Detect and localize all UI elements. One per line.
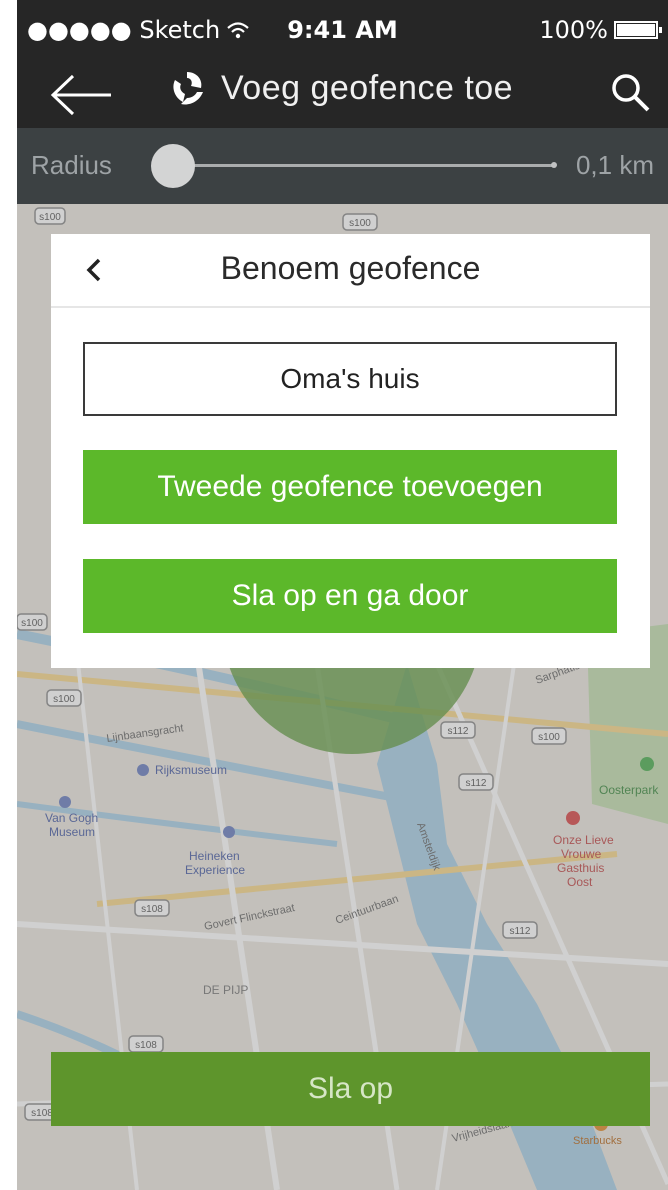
dialog-header: Benoem geofence — [51, 234, 650, 308]
nav-bar: Voeg geofence toe — [17, 60, 668, 128]
top-bar: ●●●●● Sketch 9:41 AM 100% Voeg geofence … — [17, 0, 668, 128]
app-logo-icon — [173, 72, 203, 105]
save-button[interactable]: Sla op — [51, 1052, 650, 1126]
arrow-left-icon[interactable] — [45, 70, 115, 120]
radius-label: Radius — [31, 150, 112, 180]
battery-icon — [614, 21, 662, 39]
name-geofence-dialog: Benoem geofence Oma's huis Tweede geofen… — [51, 234, 650, 668]
radius-slider-track[interactable] — [155, 164, 555, 167]
radius-slider-end — [551, 162, 557, 168]
nav-title-group: Voeg geofence toe — [167, 68, 513, 108]
radius-value: 0,1 km — [575, 150, 654, 180]
dialog-title: Benoem geofence — [220, 250, 481, 286]
add-second-geofence-button[interactable]: Tweede geofence toevoegen — [83, 450, 617, 524]
radius-bar: Radius 0,1 km — [17, 128, 668, 204]
radius-slider-thumb[interactable] — [151, 144, 195, 188]
save-and-continue-button[interactable]: Sla op en ga door — [83, 559, 617, 633]
page-title: Voeg geofence toe — [221, 68, 514, 107]
status-bar: ●●●●● Sketch 9:41 AM 100% — [17, 0, 668, 60]
geofence-name-field[interactable]: Oma's huis — [83, 342, 617, 416]
phone-screen: s100 s100 s100 s100 s100 s112 s112 s112 … — [17, 0, 668, 1190]
battery-label: 100% — [539, 16, 608, 44]
search-icon[interactable] — [608, 70, 652, 114]
status-right: 100% — [539, 16, 662, 44]
